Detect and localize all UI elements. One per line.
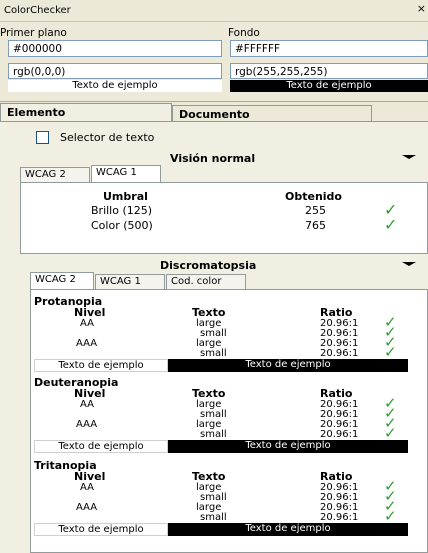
sample-dark-text: Texto de ejemplo xyxy=(168,523,408,536)
level-header: Nivel xyxy=(74,306,106,319)
text-size-cell: small xyxy=(200,512,227,523)
background-hex-input[interactable]: #FFFFFF xyxy=(230,40,428,57)
level-header: Nivel xyxy=(74,470,106,483)
selector-label: Selector de texto xyxy=(60,131,155,144)
pass-check-icon: ✓ xyxy=(384,215,398,234)
pass-check-icon: ✓ xyxy=(384,343,397,361)
obtained-header: Obtenido xyxy=(285,190,342,203)
foreground-label: Primer plano xyxy=(0,27,67,39)
ratio-cell: 20.96:1 xyxy=(320,429,359,440)
sample-light-text: Texto de ejemplo xyxy=(34,440,168,453)
level-cell: AAA xyxy=(76,419,98,430)
color-label: Color (500) xyxy=(91,219,153,232)
normal-vision-title: Visión normal xyxy=(170,152,256,165)
normal-tab-wcag2[interactable]: WCAG 2 xyxy=(20,167,90,182)
brightness-label: Brillo (125) xyxy=(91,204,153,217)
title-bar: ColorChecker × xyxy=(0,0,428,22)
dichromacy-collapse-arrow-icon[interactable] xyxy=(402,262,416,266)
normal-collapse-arrow-icon[interactable] xyxy=(402,155,416,159)
normal-tab-wcag1[interactable]: WCAG 1 xyxy=(91,165,161,182)
foreground-sample-text: Texto de ejemplo xyxy=(8,80,222,92)
selector-checkbox[interactable] xyxy=(36,131,49,144)
dichromacy-tab-wcag1[interactable]: WCAG 1 xyxy=(95,274,165,289)
sample-dark-text: Texto de ejemplo xyxy=(168,359,408,372)
close-icon[interactable]: × xyxy=(417,2,426,15)
ratio-cell: 20.96:1 xyxy=(320,348,359,359)
color-value: 765 xyxy=(305,219,326,232)
tab-divider xyxy=(0,101,428,102)
background-label: Fondo xyxy=(228,27,260,39)
level-cell: AAA xyxy=(76,338,98,349)
text-header: Texto xyxy=(192,387,226,400)
pass-check-icon: ✓ xyxy=(384,424,397,442)
ratio-cell: 20.96:1 xyxy=(320,512,359,523)
text-size-cell: small xyxy=(200,348,227,359)
text-size-cell: small xyxy=(200,429,227,440)
sample-light-text: Texto de ejemplo xyxy=(34,359,168,372)
dichromacy-tab-color-code[interactable]: Cod. color xyxy=(166,274,246,289)
background-sample-text: Texto de ejemplo xyxy=(230,80,428,92)
level-cell: AA xyxy=(80,399,94,410)
normal-results-box: Umbral Obtenido Brillo (125) 255 Color (… xyxy=(20,182,428,254)
normal-tabbar: WCAG 2 WCAG 1 xyxy=(20,165,428,182)
level-cell: AA xyxy=(80,318,94,329)
threshold-header: Umbral xyxy=(103,190,148,203)
level-header: Nivel xyxy=(74,387,106,400)
tab-documento[interactable]: Documento xyxy=(172,105,372,121)
foreground-rgb-input[interactable]: rgb(0,0,0) xyxy=(8,63,222,79)
text-header: Texto xyxy=(192,306,226,319)
ratio-header: Ratio xyxy=(320,306,353,319)
background-rgb-input[interactable]: rgb(255,255,255) xyxy=(230,63,428,79)
tab-elemento[interactable]: Elemento xyxy=(0,103,172,121)
ratio-header: Ratio xyxy=(320,470,353,483)
foreground-hex-input[interactable]: #000000 xyxy=(8,40,222,57)
dichromacy-tab-wcag2[interactable]: WCAG 2 xyxy=(30,272,94,289)
pass-check-icon: ✓ xyxy=(384,507,397,525)
ratio-header: Ratio xyxy=(320,387,353,400)
dichromacy-tabbar: WCAG 2 WCAG 1 Cod. color xyxy=(30,272,428,289)
sample-dark-text: Texto de ejemplo xyxy=(168,440,408,453)
dichromacy-title: Discromatopsia xyxy=(160,259,257,272)
sample-light-text: Texto de ejemplo xyxy=(34,523,168,536)
level-cell: AAA xyxy=(76,502,98,513)
level-cell: AA xyxy=(80,482,94,493)
brightness-value: 255 xyxy=(305,204,326,217)
text-header: Texto xyxy=(192,470,226,483)
window-title: ColorChecker xyxy=(4,5,71,16)
